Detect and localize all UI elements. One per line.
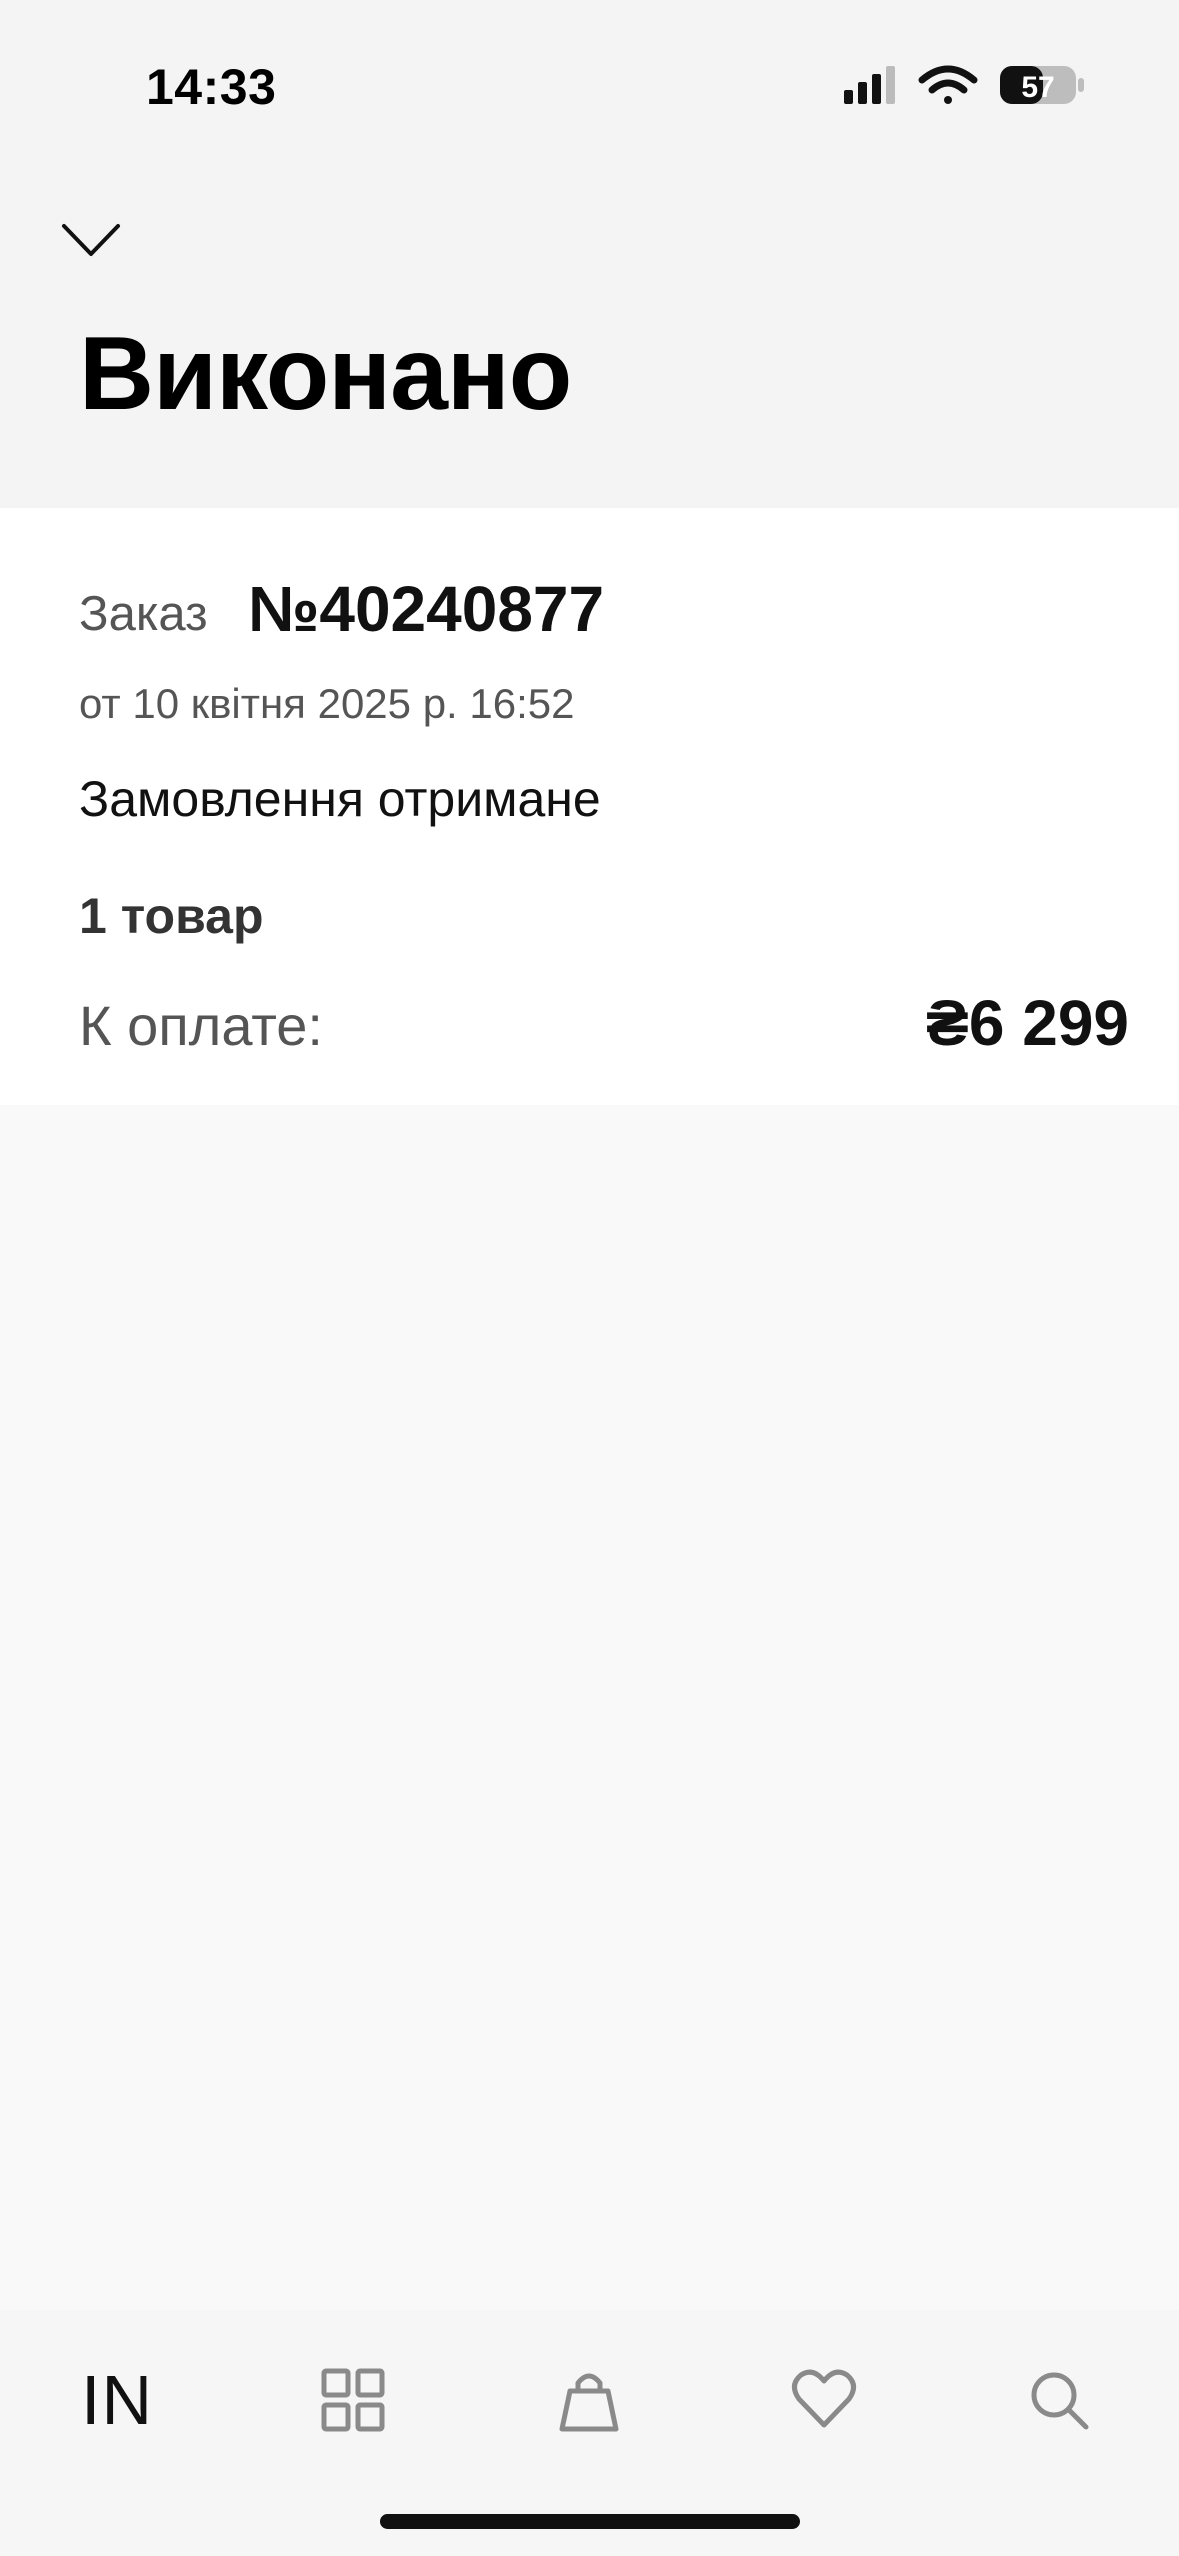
tab-search[interactable] xyxy=(1004,2355,1114,2445)
shopping-bag-icon xyxy=(559,2373,619,2432)
wifi-icon xyxy=(918,65,978,104)
order-number: №40240877 xyxy=(248,573,605,645)
order-status: Замовлення отримане xyxy=(79,771,601,827)
tab-cart[interactable] xyxy=(534,2355,644,2445)
battery-level: 57 xyxy=(1021,71,1054,104)
pay-label: К оплате: xyxy=(79,994,323,1057)
pay-amount: ₴6 299 xyxy=(926,987,1129,1059)
order-date: от 10 квітня 2025 р. 16:52 xyxy=(79,680,575,727)
order-items-count: 1 товар xyxy=(79,888,264,944)
heart-icon xyxy=(792,2369,856,2428)
tab-catalog[interactable] xyxy=(298,2355,408,2445)
tab-home[interactable]: IN xyxy=(62,2355,172,2445)
brand-logo: IN xyxy=(81,2361,153,2439)
tab-favorites[interactable] xyxy=(769,2355,879,2445)
status-bar: 14:33 57 xyxy=(0,0,1179,175)
status-icons: 57 xyxy=(844,65,1084,104)
battery-icon: 57 xyxy=(1000,66,1084,104)
cellular-signal-icon xyxy=(844,66,895,104)
catalog-grid-icon xyxy=(321,2368,385,2432)
chevron-down-icon[interactable] xyxy=(60,220,122,260)
page-title: Виконано xyxy=(79,316,572,432)
order-label: Заказ xyxy=(79,587,208,641)
status-time: 14:33 xyxy=(146,59,277,115)
home-indicator[interactable] xyxy=(380,2514,800,2529)
search-icon xyxy=(1031,2372,1089,2430)
